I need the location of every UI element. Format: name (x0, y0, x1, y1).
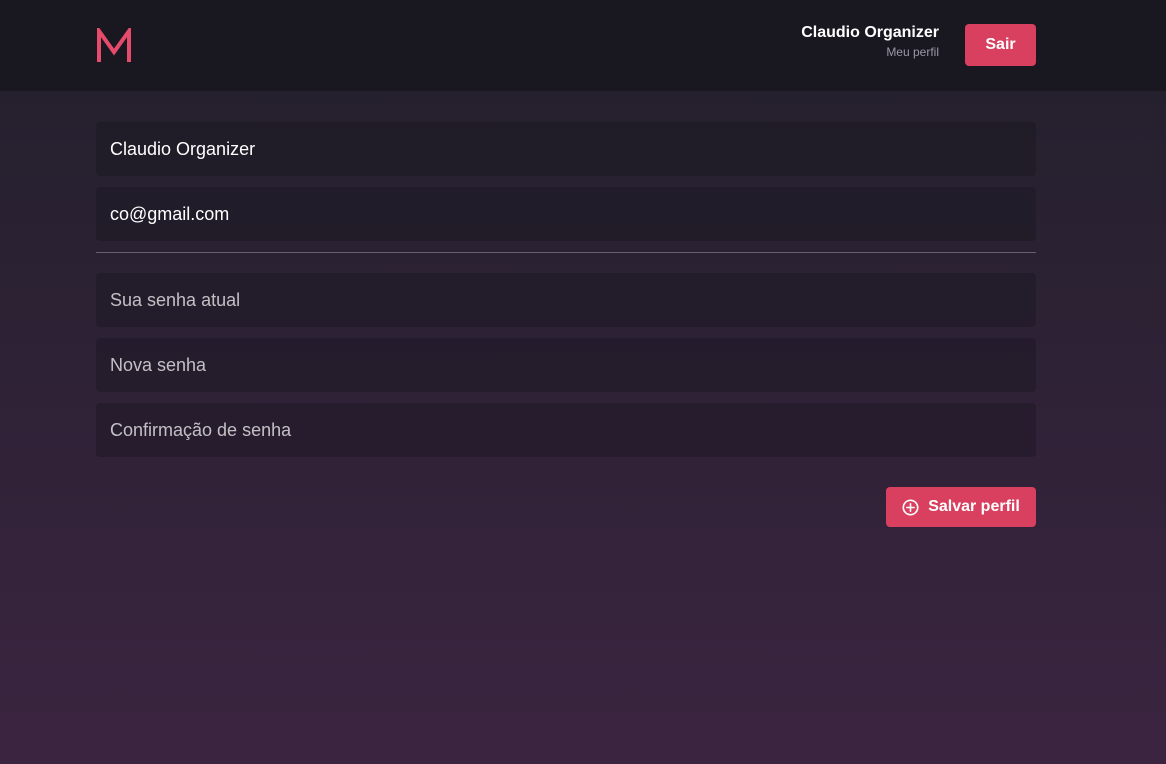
email-field[interactable] (96, 187, 1036, 241)
logout-button[interactable]: Sair (965, 24, 1036, 66)
current-password-field[interactable] (96, 273, 1036, 327)
user-name: Claudio Organizer (801, 24, 939, 41)
profile-form: Salvar perfil (96, 122, 1036, 527)
new-password-field[interactable] (96, 338, 1036, 392)
confirm-password-field[interactable] (96, 403, 1036, 457)
save-profile-label: Salvar perfil (928, 498, 1020, 515)
profile-summary: Claudio Organizer Meu perfil (801, 24, 939, 59)
my-profile-link[interactable]: Meu perfil (801, 45, 939, 59)
m-logo-icon[interactable] (96, 24, 132, 64)
top-header: Claudio Organizer Meu perfil Sair (0, 0, 1166, 91)
section-divider (96, 252, 1036, 253)
name-field[interactable] (96, 122, 1036, 176)
save-profile-button[interactable]: Salvar perfil (886, 487, 1036, 527)
plus-circle-icon (902, 499, 919, 516)
